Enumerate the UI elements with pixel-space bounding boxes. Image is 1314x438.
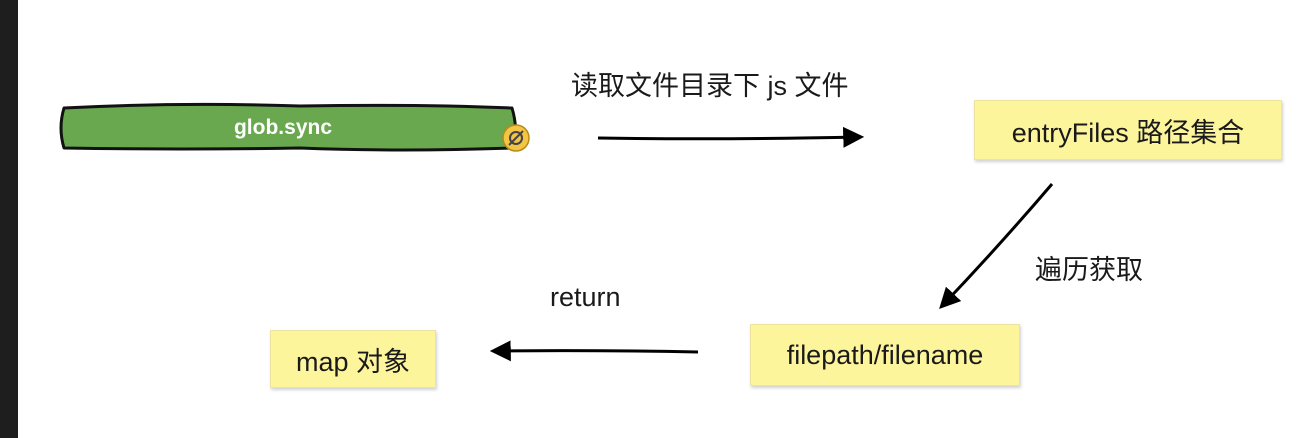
- node-filepath[interactable]: filepath/filename: [750, 324, 1020, 386]
- link-icon[interactable]: [502, 124, 530, 152]
- arrow-read-files: [597, 126, 865, 148]
- node-filepath-label: filepath/filename: [786, 339, 984, 370]
- node-entry-files[interactable]: entryFiles 路径集合: [974, 100, 1282, 160]
- node-map-object[interactable]: map 对象: [270, 330, 436, 388]
- glob-sync-label: glob.sync: [233, 116, 333, 139]
- node-entry-files-label: entryFiles 路径集合: [1011, 117, 1245, 148]
- arrow-return: [489, 340, 699, 362]
- edge-label-traverse: 遍历获取: [1035, 255, 1143, 285]
- edge-label-read-files: 读取文件目录下 js 文件: [571, 71, 849, 101]
- arrow-traverse: [939, 183, 1054, 310]
- edge-label-return: return: [550, 282, 621, 312]
- node-map-object-label: map 对象: [295, 346, 411, 377]
